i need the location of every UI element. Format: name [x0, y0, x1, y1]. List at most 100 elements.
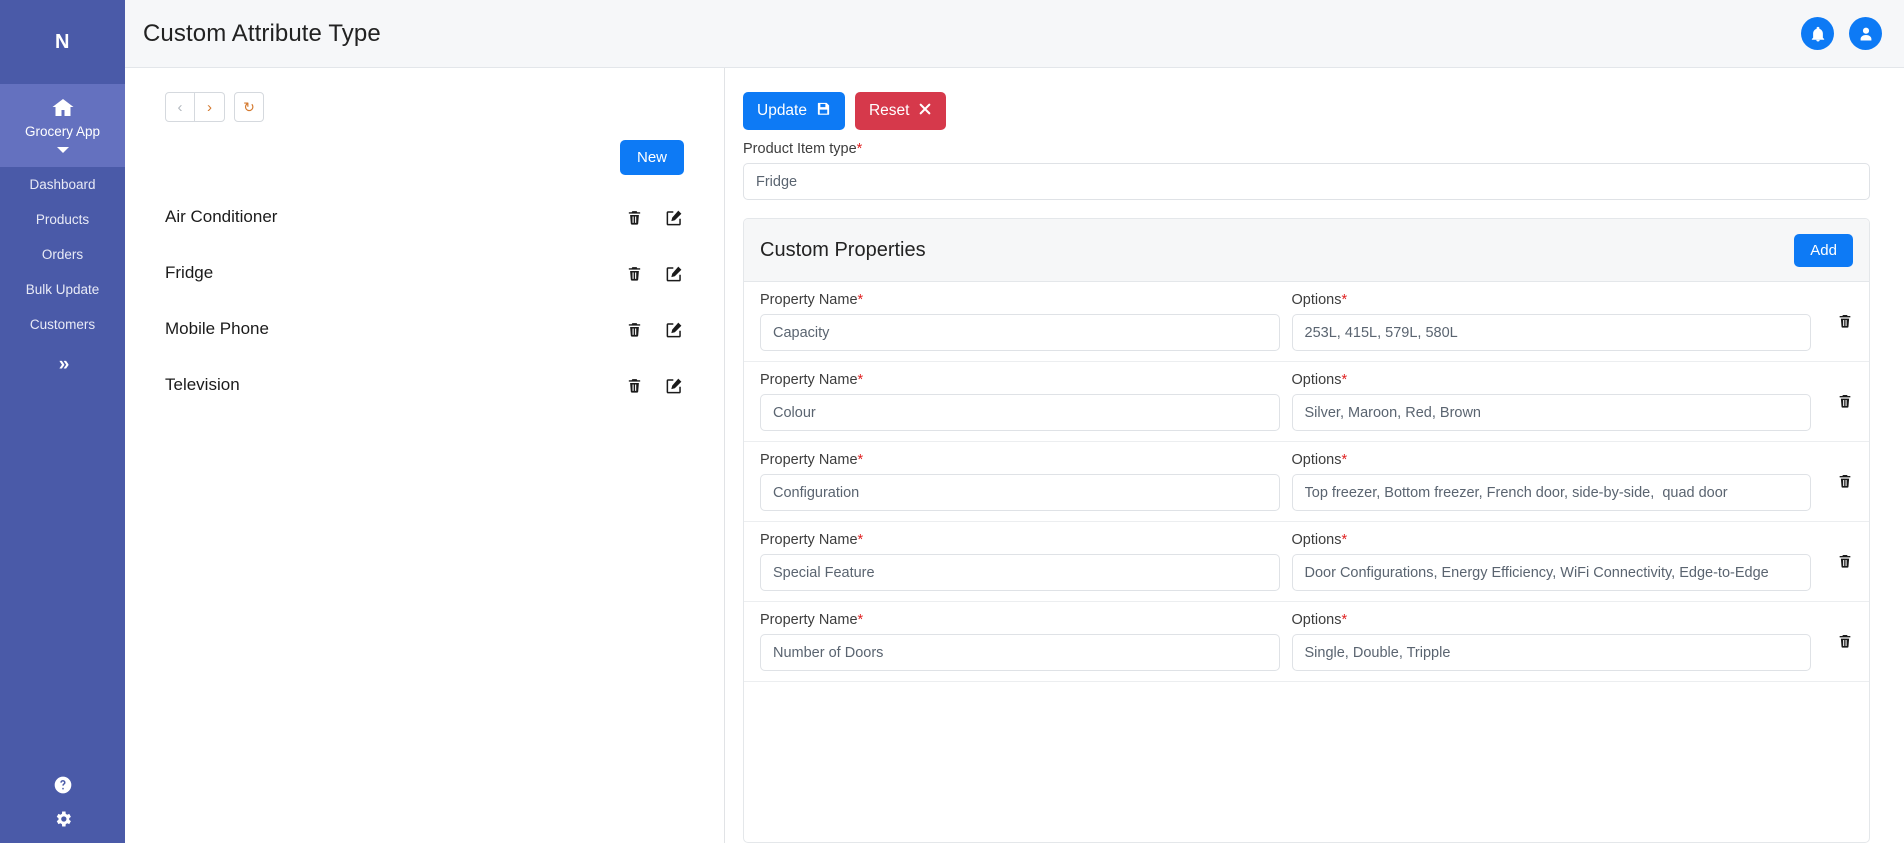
- property-row: Property Name* Options*: [744, 362, 1869, 442]
- property-name-input[interactable]: [760, 394, 1280, 431]
- required-asterisk: *: [1341, 372, 1348, 388]
- property-options-input[interactable]: [1291, 634, 1811, 671]
- trash-icon: [1837, 472, 1853, 490]
- edit-icon[interactable]: [665, 264, 684, 283]
- required-asterisk: *: [1341, 452, 1348, 468]
- options-label-text: Options: [1291, 532, 1342, 548]
- property-name-field: Property Name*: [760, 530, 1280, 591]
- attribute-type-form-pane: Update Reset Product Item type* Fridge C…: [725, 68, 1904, 843]
- property-row: Property Name* Options*: [744, 522, 1869, 602]
- sidebar-item-customers[interactable]: Customers: [0, 307, 125, 342]
- property-name-label: Property Name*: [760, 452, 1280, 468]
- required-asterisk: *: [856, 141, 863, 157]
- options-label: Options*: [1292, 372, 1812, 388]
- list-item[interactable]: Fridge: [165, 245, 684, 301]
- trash-icon: [1837, 312, 1853, 330]
- main-region: Custom Attribute Type ‹ › ↻ New Air Cond…: [125, 0, 1904, 843]
- required-asterisk: *: [857, 292, 864, 308]
- options-label-text: Options: [1291, 372, 1342, 388]
- property-name-field: Property Name*: [760, 450, 1280, 511]
- property-name-field: Property Name*: [760, 290, 1280, 351]
- reset-button[interactable]: Reset: [854, 92, 947, 130]
- list-item-label: Fridge: [165, 263, 214, 282]
- edit-icon[interactable]: [665, 208, 684, 227]
- property-options-input[interactable]: [1291, 554, 1811, 591]
- sidebar-item-label: Orders: [41, 246, 84, 262]
- brand-logo[interactable]: N: [0, 0, 125, 84]
- custom-properties-title: Custom Properties: [760, 238, 926, 261]
- new-button[interactable]: New: [619, 140, 684, 175]
- delete-property-button[interactable]: [1823, 370, 1853, 410]
- attribute-type-list: Air Conditioner Fridge Mobile Phone Tele…: [125, 175, 724, 413]
- forward-button[interactable]: ›: [195, 92, 225, 122]
- list-item-actions: [626, 208, 684, 227]
- prev-next-group: ‹ ›: [165, 92, 225, 122]
- trash-icon: [1837, 392, 1853, 410]
- trash-icon[interactable]: [626, 208, 643, 227]
- bell-icon[interactable]: [1801, 17, 1834, 50]
- list-item-label: Air Conditioner: [165, 207, 278, 226]
- property-name-input[interactable]: [760, 634, 1280, 671]
- property-row: Property Name* Options*: [744, 282, 1869, 362]
- options-label: Options*: [1292, 292, 1812, 308]
- property-name-field: Property Name*: [760, 610, 1280, 671]
- custom-properties-card: Custom Properties Add Property Name* Cap…: [743, 218, 1870, 843]
- new-button-container: New: [125, 122, 724, 175]
- product-item-type-input[interactable]: [743, 163, 1870, 200]
- header-actions: [1801, 17, 1882, 50]
- required-asterisk: *: [857, 532, 864, 548]
- property-row: Property Name* Options*: [744, 602, 1869, 682]
- property-name-label-text: Property Name: [760, 532, 858, 548]
- property-options-input[interactable]: [1291, 394, 1811, 431]
- property-options-input[interactable]: [1291, 314, 1811, 351]
- trash-icon[interactable]: [626, 264, 643, 283]
- sidebar-item-grocery-app[interactable]: Grocery App: [0, 84, 125, 167]
- update-button[interactable]: Update: [743, 92, 845, 130]
- trash-icon[interactable]: [626, 320, 643, 339]
- sidebar-item-bulk-update[interactable]: Bulk Update: [0, 272, 125, 307]
- options-label-text: Options: [1291, 612, 1342, 628]
- property-name-label: Property Name*: [760, 372, 1280, 388]
- sidebar-item-dashboard[interactable]: Dashboard: [0, 167, 125, 202]
- list-item-label: Television: [165, 375, 240, 394]
- trash-icon[interactable]: [626, 376, 643, 395]
- required-asterisk: *: [857, 612, 864, 628]
- property-name-label: Property Name*: [760, 612, 1280, 628]
- trash-icon: [1837, 552, 1853, 570]
- home-icon: [49, 96, 77, 120]
- sidebar-item-orders[interactable]: Orders: [0, 237, 125, 272]
- property-name-input[interactable]: [760, 554, 1280, 591]
- property-name-label: Property Name*: [760, 292, 1280, 308]
- delete-property-button[interactable]: [1823, 610, 1853, 650]
- delete-property-button[interactable]: [1823, 290, 1853, 330]
- property-options-field: Options*: [1291, 370, 1812, 431]
- options-label: Options*: [1292, 532, 1812, 548]
- custom-properties-list: Property Name* Options*: [744, 282, 1869, 842]
- list-item-label: Mobile Phone: [165, 319, 269, 338]
- edit-icon[interactable]: [665, 320, 684, 339]
- list-item[interactable]: Air Conditioner: [165, 189, 684, 245]
- property-options-field: Options*: [1291, 610, 1812, 671]
- back-button[interactable]: ‹: [165, 92, 195, 122]
- required-asterisk: *: [1341, 532, 1348, 548]
- list-item[interactable]: Mobile Phone: [165, 301, 684, 357]
- help-icon[interactable]: [53, 775, 73, 795]
- property-options-input[interactable]: [1291, 474, 1811, 511]
- property-name-input[interactable]: [760, 474, 1280, 511]
- edit-icon[interactable]: [665, 376, 684, 395]
- settings-gear-icon[interactable]: [53, 809, 73, 829]
- sidebar-item-products[interactable]: Products: [0, 202, 125, 237]
- required-asterisk: *: [1341, 612, 1348, 628]
- chevron-down-icon: [56, 146, 69, 153]
- sidebar-item-label: Bulk Update: [25, 281, 100, 297]
- delete-property-button[interactable]: [1823, 450, 1853, 490]
- user-avatar-icon[interactable]: [1849, 17, 1882, 50]
- list-item[interactable]: Television: [165, 357, 684, 413]
- options-label: Options*: [1292, 612, 1812, 628]
- delete-property-button[interactable]: [1823, 530, 1853, 570]
- property-name-input[interactable]: [760, 314, 1280, 351]
- sidebar-expand-icon[interactable]: »: [0, 342, 125, 376]
- add-property-button[interactable]: Add: [1794, 233, 1853, 267]
- required-asterisk: *: [1341, 292, 1348, 308]
- refresh-button[interactable]: ↻: [234, 92, 264, 122]
